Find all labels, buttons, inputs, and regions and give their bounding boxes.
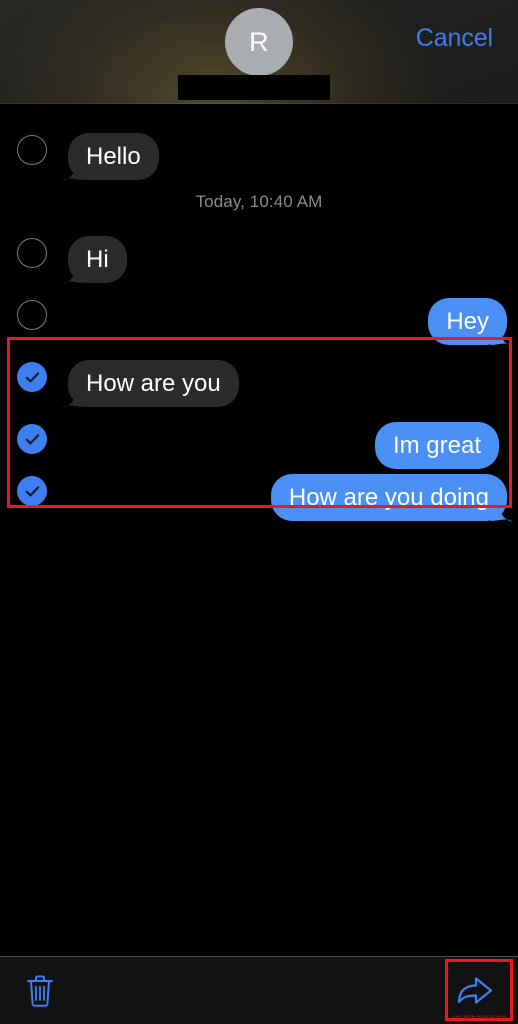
conversation-header: R Cancel <box>0 0 518 104</box>
message-text: Hello <box>86 142 141 170</box>
message-select-circle-checked[interactable] <box>17 424 47 454</box>
message-timestamp: Today, 10:40 AM <box>195 192 323 211</box>
message-select-circle[interactable] <box>17 238 47 268</box>
message-text: Hey <box>446 307 489 335</box>
checkmark-icon <box>25 433 39 444</box>
avatar-initial: R <box>249 26 269 57</box>
message-row[interactable]: Hi <box>0 223 518 284</box>
message-select-circle-checked[interactable] <box>17 362 47 392</box>
cancel-button[interactable]: Cancel <box>416 24 493 53</box>
trash-icon <box>27 974 53 1007</box>
checkmark-icon <box>25 371 39 382</box>
redacted-contact-name <box>178 75 330 100</box>
message-row[interactable]: How are you <box>0 347 518 408</box>
delete-button[interactable] <box>2 957 78 1024</box>
message-bubble[interactable]: Hi <box>68 236 127 283</box>
message-bubble[interactable]: How are you doing <box>270 474 507 521</box>
message-thread[interactable]: Hello Today, 10:40 AM Hi Hey How are you… <box>0 104 518 956</box>
message-select-circle[interactable] <box>17 300 47 330</box>
forward-arrow-icon <box>457 976 493 1004</box>
message-text: Hi <box>86 245 109 273</box>
message-text: How are you doing <box>288 483 489 511</box>
message-bubble[interactable]: Hello <box>68 133 159 180</box>
watermark-text: TECHMESSENGER <box>451 1015 507 1021</box>
avatar[interactable]: R <box>225 8 293 76</box>
messages-selection-screen: R Cancel Hello Today, 10:40 AM Hi Hey Ho… <box>0 0 518 1024</box>
message-bubble[interactable]: How are you <box>68 360 239 407</box>
message-row[interactable]: Hey <box>0 285 518 346</box>
message-bubble[interactable]: Hey <box>428 298 507 345</box>
message-row[interactable]: Hello <box>0 120 518 181</box>
message-select-circle-checked[interactable] <box>17 476 47 506</box>
checkmark-icon <box>25 485 39 496</box>
message-row[interactable]: How are you doing <box>0 461 518 522</box>
action-toolbar: TECHMESSENGER <box>0 956 518 1024</box>
message-text: How are you <box>86 369 221 397</box>
message-select-circle[interactable] <box>17 135 47 165</box>
message-row[interactable]: Im great <box>0 409 518 469</box>
message-text: Im great <box>392 431 481 459</box>
